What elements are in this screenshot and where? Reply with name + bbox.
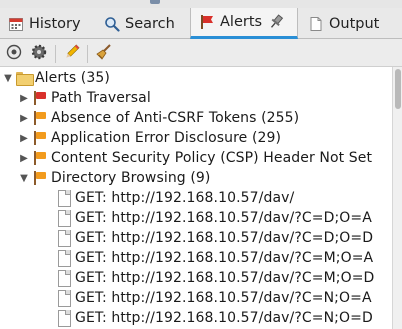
toolbar-separator	[87, 45, 88, 63]
tree-node-alert[interactable]: ▶ Absence of Anti-CSRF Tokens (255)	[0, 108, 299, 128]
root-label: Alerts (35)	[35, 70, 110, 86]
alerts-tree[interactable]: ▼ Alerts (35) ▶ Path Traversal ▶ Absence…	[0, 67, 402, 329]
tab-history-label: History	[29, 15, 81, 32]
tree-node-instance[interactable]: GET: http://192.168.10.57/dav/?C=N;O=A	[0, 288, 372, 308]
chevron-down-icon[interactable]: ▼	[2, 68, 14, 88]
instance-label: GET: http://192.168.10.57/dav/?C=N;O=A	[75, 290, 372, 306]
alerts-toolbar	[0, 40, 402, 67]
tab-search[interactable]: Search	[96, 8, 188, 39]
chevron-right-icon[interactable]: ▶	[18, 128, 30, 148]
medium-risk-flag-icon	[32, 170, 48, 186]
folder-icon	[16, 70, 34, 86]
tree-node-alert-expanded[interactable]: ▼ Directory Browsing (9)	[0, 168, 210, 188]
chevron-right-icon[interactable]: ▶	[18, 88, 30, 108]
scrollbar-thumb[interactable]	[395, 69, 401, 109]
pin-icon[interactable]	[268, 14, 284, 30]
options-button[interactable]	[29, 44, 49, 64]
medium-risk-flag-icon	[32, 110, 48, 126]
partial-text	[164, 0, 234, 3]
alert-label: Application Error Disclosure (29)	[51, 130, 282, 146]
tab-alerts[interactable]: Alerts	[190, 8, 298, 39]
toolbar-separator	[55, 45, 56, 63]
instance-label: GET: http://192.168.10.57/dav/?C=D;O=A	[75, 210, 372, 226]
previous-panel-edge	[0, 0, 402, 8]
alert-label: Path Traversal	[51, 90, 151, 106]
document-icon	[56, 310, 72, 327]
medium-risk-flag-icon	[32, 130, 48, 146]
tree-node-instance[interactable]: GET: http://192.168.10.57/dav/?C=D;O=A	[0, 208, 372, 228]
instance-label: GET: http://192.168.10.57/dav/	[75, 190, 295, 206]
chevron-right-icon[interactable]: ▶	[18, 148, 30, 168]
tree-node-instance[interactable]: GET: http://192.168.10.57/dav/	[0, 188, 294, 208]
broom-icon	[96, 44, 112, 64]
tree-node-alert[interactable]: ▶ Path Traversal	[0, 88, 151, 108]
filter-button[interactable]	[4, 44, 24, 64]
document-icon	[308, 16, 324, 32]
tab-history[interactable]: History	[0, 8, 93, 39]
edit-alert-button[interactable]	[62, 44, 82, 64]
instance-label: GET: http://192.168.10.57/dav/?C=M;O=D	[75, 270, 375, 286]
tree-node-instance[interactable]: GET: http://192.168.10.57/dav/?C=N;O=D	[0, 308, 373, 328]
instance-label: GET: http://192.168.10.57/dav/?C=M;O=A	[75, 250, 374, 266]
tree-node-instance[interactable]: GET: http://192.168.10.57/dav/?C=M;O=D	[0, 268, 374, 288]
tree-scrollbar[interactable]	[392, 67, 402, 329]
document-icon	[56, 230, 72, 247]
tree-node-root[interactable]: ▼ Alerts (35)	[0, 68, 110, 88]
tree-node-alert[interactable]: ▶ Content Security Policy (CSP) Header N…	[0, 148, 372, 168]
tree-node-alert[interactable]: ▶ Application Error Disclosure (29)	[0, 128, 281, 148]
filter-icon	[6, 44, 22, 64]
partial-icon	[150, 0, 160, 4]
tab-alerts-label: Alerts	[220, 14, 263, 30]
high-risk-flag-icon	[32, 90, 48, 106]
tab-output-label: Output	[329, 15, 380, 32]
tab-output[interactable]: Output	[300, 8, 402, 39]
chevron-down-icon[interactable]: ▼	[18, 168, 30, 188]
instance-label: GET: http://192.168.10.57/dav/?C=N;O=D	[75, 310, 373, 326]
tree-node-instance[interactable]: GET: http://192.168.10.57/dav/?C=D;O=D	[0, 228, 373, 248]
instance-label: GET: http://192.168.10.57/dav/?C=D;O=D	[75, 230, 374, 246]
delete-alerts-button[interactable]	[94, 44, 114, 64]
magnifier-icon	[104, 16, 120, 32]
gear-icon	[31, 44, 47, 64]
medium-risk-flag-icon	[32, 150, 48, 166]
tab-search-label: Search	[125, 15, 175, 32]
flag-icon	[199, 14, 215, 30]
alert-label: Absence of Anti-CSRF Tokens (255)	[51, 110, 300, 126]
calendar-icon	[8, 16, 24, 32]
alert-label: Directory Browsing (9)	[51, 170, 211, 186]
document-icon	[56, 250, 72, 267]
tab-bar: History Search Alerts Output	[0, 8, 402, 39]
chevron-right-icon[interactable]: ▶	[18, 108, 30, 128]
tree-node-instance[interactable]: GET: http://192.168.10.57/dav/?C=M;O=A	[0, 248, 373, 268]
document-icon	[56, 190, 72, 207]
document-icon	[56, 290, 72, 307]
document-icon	[56, 270, 72, 287]
alert-label: Content Security Policy (CSP) Header Not…	[51, 150, 373, 166]
pencil-icon	[64, 44, 80, 64]
document-icon	[56, 210, 72, 227]
